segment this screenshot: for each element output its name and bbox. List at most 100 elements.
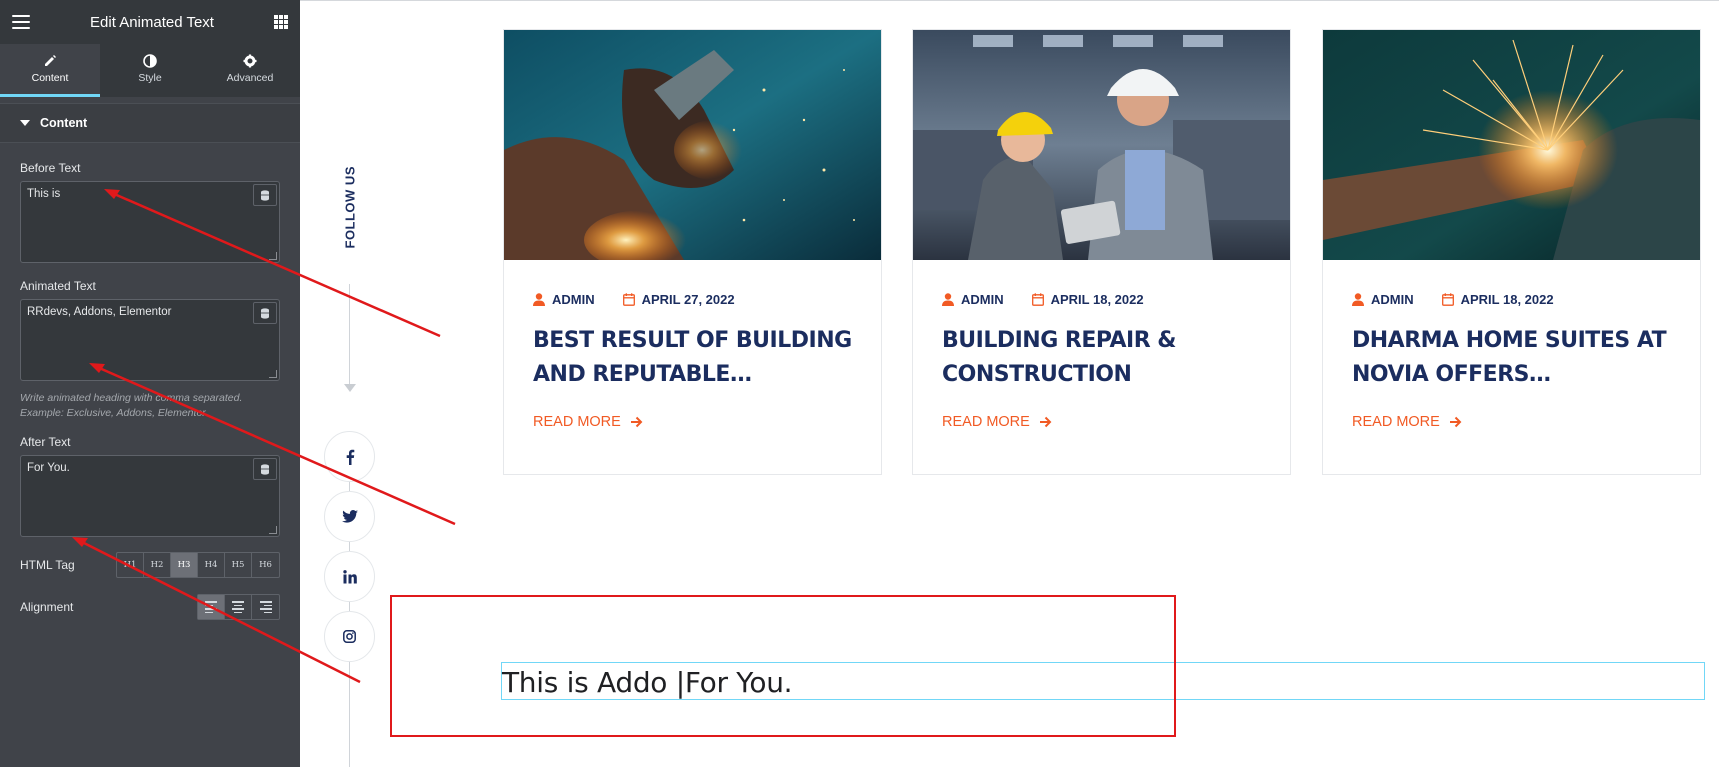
arrow-down-icon bbox=[344, 384, 356, 392]
author-name: ADMIN bbox=[552, 292, 595, 307]
resize-handle[interactable] bbox=[269, 370, 277, 378]
card-image-factory[interactable] bbox=[913, 30, 1290, 260]
html-tag-h6[interactable]: H6 bbox=[252, 553, 279, 577]
post-date: APRIL 18, 2022 bbox=[1460, 292, 1554, 307]
section-title: Content bbox=[40, 116, 88, 130]
align-left-button[interactable] bbox=[198, 595, 225, 619]
arrow-right-icon bbox=[1449, 416, 1462, 428]
dynamic-tags-button[interactable] bbox=[253, 184, 277, 206]
panel-tabs: Content Style Advanced bbox=[0, 44, 300, 97]
blog-card: ADMIN APRIL 27, 2022 BEST RESULT OF BUIL… bbox=[503, 29, 882, 475]
menu-icon[interactable] bbox=[12, 15, 30, 29]
animated-text-value: RRdevs, Addons, Elementor bbox=[27, 306, 172, 318]
annotation-highlight-box bbox=[390, 595, 1176, 737]
dynamic-tags-button[interactable] bbox=[253, 302, 277, 324]
arrow-right-icon bbox=[630, 416, 643, 428]
html-tag-h3[interactable]: H3 bbox=[171, 553, 198, 577]
tab-content[interactable]: Content bbox=[0, 44, 100, 97]
resize-handle[interactable] bbox=[269, 526, 277, 534]
card-image-welding[interactable] bbox=[504, 30, 881, 260]
arrow-right-icon bbox=[1039, 416, 1052, 428]
html-tag-h4[interactable]: H4 bbox=[198, 553, 225, 577]
author-meta[interactable]: ADMIN bbox=[533, 292, 595, 307]
date-meta[interactable]: APRIL 18, 2022 bbox=[1441, 292, 1554, 307]
alignment-choices bbox=[197, 594, 280, 620]
alignment-control: Alignment bbox=[0, 593, 300, 621]
alignment-label: Alignment bbox=[20, 600, 74, 614]
blog-card: ADMIN APRIL 18, 2022 DHARMA HOME SUITES … bbox=[1322, 29, 1701, 475]
align-center-button[interactable] bbox=[225, 595, 252, 619]
html-tag-choices: H1 H2 H3 H4 H5 H6 bbox=[116, 552, 280, 578]
linkedin-button[interactable] bbox=[324, 551, 375, 602]
panel-title: Edit Animated Text bbox=[90, 13, 214, 31]
dynamic-tags-button[interactable] bbox=[253, 458, 277, 480]
read-more-label: READ MORE bbox=[533, 414, 621, 430]
twitter-button[interactable] bbox=[324, 491, 375, 542]
html-tag-label: HTML Tag bbox=[20, 558, 75, 572]
editor-panel: Edit Animated Text Content Style Advance… bbox=[0, 0, 300, 767]
database-icon bbox=[261, 189, 269, 201]
read-more-label: READ MORE bbox=[942, 414, 1030, 430]
widgets-grid-icon[interactable] bbox=[274, 15, 288, 29]
html-tag-h2[interactable]: H2 bbox=[144, 553, 171, 577]
animated-text-help-2: Example: Exclusive, Addons, Elementor bbox=[20, 407, 206, 419]
author-name: ADMIN bbox=[961, 292, 1004, 307]
animated-text-field[interactable]: RRdevs, Addons, Elementor bbox=[20, 299, 280, 381]
resize-handle[interactable] bbox=[269, 252, 277, 260]
card-meta: ADMIN APRIL 27, 2022 bbox=[533, 292, 881, 307]
tab-style[interactable]: Style bbox=[100, 44, 200, 97]
facebook-button[interactable] bbox=[324, 431, 375, 482]
date-meta[interactable]: APRIL 18, 2022 bbox=[1031, 292, 1144, 307]
contrast-icon bbox=[143, 54, 157, 68]
author-meta[interactable]: ADMIN bbox=[942, 292, 1004, 307]
card-image-sparks[interactable] bbox=[1323, 30, 1700, 260]
blog-card: ADMIN APRIL 18, 2022 BUILDING REPAIR & C… bbox=[912, 29, 1291, 475]
linkedin-icon bbox=[342, 569, 357, 583]
card-meta: ADMIN APRIL 18, 2022 bbox=[942, 292, 1290, 307]
after-text-label: After Text bbox=[20, 435, 71, 449]
calendar-icon bbox=[1441, 293, 1454, 306]
user-icon bbox=[533, 293, 545, 306]
database-icon bbox=[261, 463, 269, 475]
tab-advanced[interactable]: Advanced bbox=[200, 44, 300, 97]
gear-icon bbox=[243, 54, 257, 68]
before-text-label: Before Text bbox=[20, 161, 81, 175]
tab-advanced-label: Advanced bbox=[226, 72, 274, 84]
post-date: APRIL 27, 2022 bbox=[641, 292, 735, 307]
card-meta: ADMIN APRIL 18, 2022 bbox=[1352, 292, 1700, 307]
pencil-icon bbox=[45, 55, 56, 66]
user-icon bbox=[942, 293, 954, 306]
instagram-button[interactable] bbox=[324, 611, 375, 662]
post-title[interactable]: BEST RESULT OF BUILDING AND REPUTABLE… bbox=[533, 324, 852, 392]
date-meta[interactable]: APRIL 27, 2022 bbox=[622, 292, 735, 307]
animated-text-label: Animated Text bbox=[20, 279, 96, 293]
instagram-icon bbox=[343, 630, 356, 643]
calendar-icon bbox=[1031, 293, 1044, 306]
html-tag-control: HTML Tag H1 H2 H3 H4 H5 H6 bbox=[0, 551, 300, 579]
twitter-icon bbox=[341, 510, 358, 523]
database-icon bbox=[261, 307, 269, 319]
read-more-link[interactable]: READ MORE bbox=[942, 414, 1290, 430]
after-text-value: For You. bbox=[27, 462, 70, 474]
align-right-icon bbox=[259, 601, 272, 613]
read-more-link[interactable]: READ MORE bbox=[533, 414, 881, 430]
before-text-field[interactable]: This is bbox=[20, 181, 280, 263]
after-text-field[interactable]: For You. bbox=[20, 455, 280, 537]
align-left-icon bbox=[205, 601, 217, 613]
align-center-icon bbox=[232, 601, 244, 613]
caret-down-icon bbox=[20, 120, 30, 126]
content-section-toggle[interactable]: Content bbox=[0, 103, 300, 143]
read-more-label: READ MORE bbox=[1352, 414, 1440, 430]
post-title[interactable]: BUILDING REPAIR & CONSTRUCTION bbox=[942, 324, 1261, 392]
html-tag-h1[interactable]: H1 bbox=[117, 553, 144, 577]
align-right-button[interactable] bbox=[252, 595, 279, 619]
html-tag-h5[interactable]: H5 bbox=[225, 553, 252, 577]
facebook-icon bbox=[346, 449, 354, 465]
follow-line bbox=[349, 284, 350, 384]
author-meta[interactable]: ADMIN bbox=[1352, 292, 1414, 307]
post-title[interactable]: DHARMA HOME SUITES AT NOVIA OFFERS… bbox=[1352, 324, 1671, 392]
before-text-value: This is bbox=[27, 188, 61, 200]
follow-us-label: FOLLOW US bbox=[342, 166, 358, 249]
read-more-link[interactable]: READ MORE bbox=[1352, 414, 1700, 430]
panel-header: Edit Animated Text bbox=[0, 0, 300, 44]
